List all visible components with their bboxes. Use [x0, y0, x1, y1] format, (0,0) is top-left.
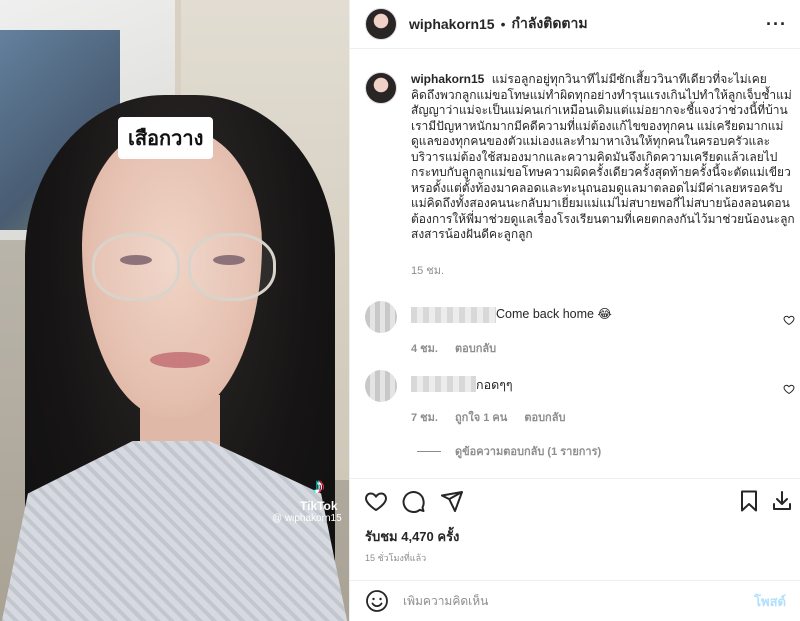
post-button[interactable]: โพสต์: [754, 591, 786, 612]
heart-icon[interactable]: [783, 383, 795, 395]
post-caption: wiphakorn15 แม่รอลูกอยู่ทุกวินาทีไม่มีซั…: [365, 72, 795, 279]
caption-text: แม่รอลูกอยู่ทุกวินาทีไม่มีซักเสี้ยววินาท…: [411, 72, 795, 241]
view-count[interactable]: รับชม 4,470 ครั้ง: [365, 526, 459, 547]
post-media[interactable]: เสือกวาง ♪ TikTok @ wiphakorn15: [0, 0, 349, 621]
view-replies-label: ดูข้อความตอบกลับ (1 รายการ): [455, 446, 602, 458]
heart-icon[interactable]: [783, 314, 795, 326]
avatar[interactable]: [365, 301, 397, 333]
header-username[interactable]: wiphakorn15: [409, 16, 495, 32]
tiktok-icon: ♪: [313, 473, 325, 498]
tiktok-handle: @ wiphakorn15: [272, 513, 342, 524]
more-icon[interactable]: ···: [766, 14, 787, 35]
post-side-panel: wiphakorn15 • กำลังติดตาม ··· wiphakorn1…: [349, 0, 800, 621]
comment-likes[interactable]: ถูกใจ 1 คน: [455, 412, 507, 424]
avatar[interactable]: [365, 72, 397, 104]
comment-username-redacted[interactable]: [411, 307, 496, 323]
reply-button[interactable]: ตอบกลับ: [455, 343, 496, 355]
header-separator: •: [500, 16, 506, 32]
share-icon[interactable]: [440, 489, 464, 513]
emoji-icon[interactable]: [365, 589, 389, 613]
media-person-glasses: [188, 233, 276, 301]
comment-time[interactable]: 7 ชม.: [411, 412, 438, 424]
posted-time[interactable]: 15 ชั่วโมงที่แล้ว: [365, 551, 426, 565]
action-bar: [350, 478, 800, 524]
comment-icon[interactable]: [402, 489, 426, 513]
caption-time[interactable]: 15 ชม.: [411, 261, 795, 279]
avatar[interactable]: [365, 370, 397, 402]
comment-time[interactable]: 4 ชม.: [411, 343, 438, 355]
comment-text: กอดๆๆ: [476, 378, 513, 392]
caption-username[interactable]: wiphakorn15: [411, 72, 484, 86]
bookmark-icon[interactable]: [737, 489, 761, 513]
media-overlay-caption: เสือกวาง: [118, 117, 214, 159]
comment-meta: 4 ชม. ตอบกลับ: [411, 339, 510, 357]
comment-input[interactable]: [403, 594, 755, 608]
post-header: wiphakorn15 • กำลังติดตาม ···: [350, 0, 800, 49]
media-person-glasses: [92, 233, 180, 301]
comment-username-redacted[interactable]: [411, 376, 476, 392]
replies-divider: [417, 450, 441, 452]
heart-icon[interactable]: [364, 489, 388, 513]
comment-meta: 7 ชม. ถูกใจ 1 คน ตอบกลับ: [411, 408, 579, 426]
follow-status-button[interactable]: กำลังติดตาม: [512, 13, 588, 35]
media-person-lips: [150, 352, 210, 368]
reply-button[interactable]: ตอบกลับ: [524, 412, 565, 424]
add-comment-bar: โพสต์: [350, 580, 800, 621]
avatar[interactable]: [365, 8, 397, 40]
tiktok-watermark: ♪ TikTok: [300, 473, 338, 514]
caption-text-block: wiphakorn15 แม่รอลูกอยู่ทุกวินาทีไม่มีซั…: [411, 72, 795, 243]
download-icon[interactable]: [770, 489, 794, 513]
comment-text: Come back home 😂: [496, 307, 613, 321]
tiktok-wordmark: TikTok: [300, 499, 338, 513]
view-replies-button[interactable]: ดูข้อความตอบกลับ (1 รายการ): [417, 442, 601, 460]
